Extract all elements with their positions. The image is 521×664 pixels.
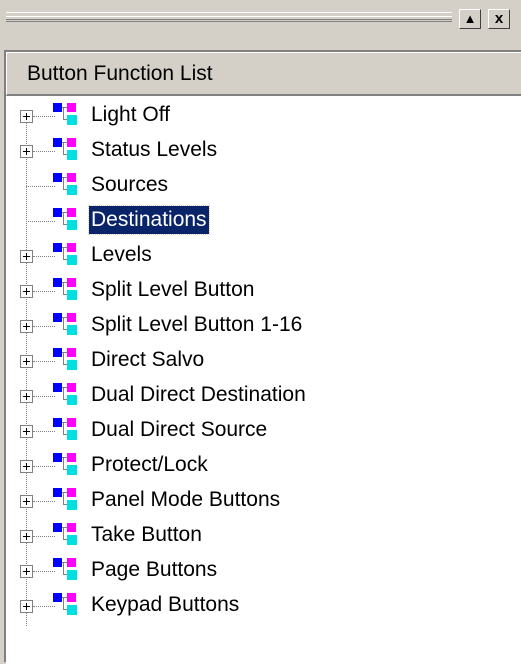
tree-branch-line — [33, 116, 55, 117]
tree-branch-line — [33, 431, 55, 432]
tree-item[interactable]: Direct Salvo — [6, 344, 521, 379]
close-icon: x — [494, 10, 504, 27]
tree-branch-line — [33, 396, 55, 397]
tree-item[interactable]: Dual Direct Destination — [6, 379, 521, 414]
function-node-icon — [53, 383, 79, 407]
tree-branch-line — [33, 606, 55, 607]
button-function-panel: Button Function List Light Off Status Lev… — [4, 50, 521, 664]
expand-plus-icon[interactable] — [20, 110, 33, 123]
tree-item[interactable]: Dual Direct Source — [6, 414, 521, 449]
tree-item[interactable]: Light Off — [6, 99, 521, 134]
expand-plus-icon[interactable] — [20, 600, 33, 613]
triangle-up-icon: ▲ — [463, 11, 477, 26]
tree-branch-line — [33, 151, 55, 152]
tree-item[interactable]: Take Button — [6, 519, 521, 554]
tree-item-label[interactable]: Page Buttons — [89, 556, 219, 584]
tree-item-label[interactable]: Direct Salvo — [89, 346, 206, 374]
tree-item[interactable]: Panel Mode Buttons — [6, 484, 521, 519]
function-node-icon — [53, 243, 79, 267]
tree-item[interactable]: Sources — [6, 169, 521, 204]
tree-item-label[interactable]: Sources — [89, 171, 170, 199]
function-node-icon — [53, 488, 79, 512]
expand-plus-icon[interactable] — [20, 425, 33, 438]
tree-item-label[interactable]: Panel Mode Buttons — [89, 486, 282, 514]
function-node-icon — [53, 278, 79, 302]
tree-branch-line — [26, 186, 55, 187]
tree-item-label[interactable]: Dual Direct Source — [89, 416, 269, 444]
tree-branch-line — [33, 536, 55, 537]
function-node-icon — [53, 523, 79, 547]
tree-item-label[interactable]: Split Level Button — [89, 276, 256, 304]
tree-item[interactable]: Protect/Lock — [6, 449, 521, 484]
expand-plus-icon[interactable] — [20, 250, 33, 263]
expand-plus-icon[interactable] — [20, 460, 33, 473]
function-node-icon — [53, 593, 79, 617]
drag-grip[interactable] — [6, 12, 452, 22]
tree-branch-line — [33, 501, 55, 502]
expand-plus-icon[interactable] — [20, 530, 33, 543]
expand-plus-icon[interactable] — [20, 565, 33, 578]
tree-item[interactable]: Split Level Button — [6, 274, 521, 309]
function-node-icon — [53, 313, 79, 337]
tree-item-label[interactable]: Destinations — [88, 205, 210, 235]
tree-branch-line — [33, 361, 55, 362]
tree-branch-line — [33, 256, 55, 257]
tree-item[interactable]: Split Level Button 1-16 — [6, 309, 521, 344]
close-button[interactable]: x — [488, 9, 510, 29]
tree-item-label[interactable]: Light Off — [89, 101, 172, 129]
tree-branch-line — [33, 326, 55, 327]
function-node-icon — [53, 453, 79, 477]
expand-plus-icon[interactable] — [20, 145, 33, 158]
function-node-icon — [53, 418, 79, 442]
function-node-icon — [53, 208, 79, 232]
tree-item[interactable]: Page Buttons — [6, 554, 521, 589]
tree-item[interactable]: Levels — [6, 239, 521, 274]
expand-plus-icon[interactable] — [20, 390, 33, 403]
tree-item-label[interactable]: Keypad Buttons — [89, 591, 241, 619]
tree-item[interactable]: Status Levels — [6, 134, 521, 169]
function-node-icon — [53, 103, 79, 127]
function-node-icon — [53, 138, 79, 162]
function-tree[interactable]: Light Off Status Levels Sources Destination… — [6, 96, 521, 664]
expand-plus-icon[interactable] — [20, 320, 33, 333]
scroll-up-button[interactable]: ▲ — [459, 9, 481, 29]
tree-branch-line — [33, 291, 55, 292]
tree-item[interactable]: Keypad Buttons — [6, 589, 521, 624]
tree-item-label[interactable]: Status Levels — [89, 136, 219, 164]
function-node-icon — [53, 558, 79, 582]
expand-plus-icon[interactable] — [20, 495, 33, 508]
function-node-icon — [53, 348, 79, 372]
tree-branch-line — [33, 466, 55, 467]
panel-titlebar: ▲ x — [0, 0, 521, 34]
function-node-icon — [53, 173, 79, 197]
tree-item-label[interactable]: Dual Direct Destination — [89, 381, 308, 409]
expand-plus-icon[interactable] — [20, 355, 33, 368]
tree-item[interactable]: Destinations — [6, 204, 521, 239]
expand-plus-icon[interactable] — [20, 285, 33, 298]
tree-branch-line — [26, 221, 55, 222]
tree-item-label[interactable]: Split Level Button 1-16 — [89, 311, 304, 339]
tree-item-label[interactable]: Levels — [89, 241, 154, 269]
tree-item-label[interactable]: Protect/Lock — [89, 451, 210, 479]
tree-item-label[interactable]: Take Button — [89, 521, 204, 549]
column-header[interactable]: Button Function List — [6, 52, 521, 96]
tree-branch-line — [33, 571, 55, 572]
